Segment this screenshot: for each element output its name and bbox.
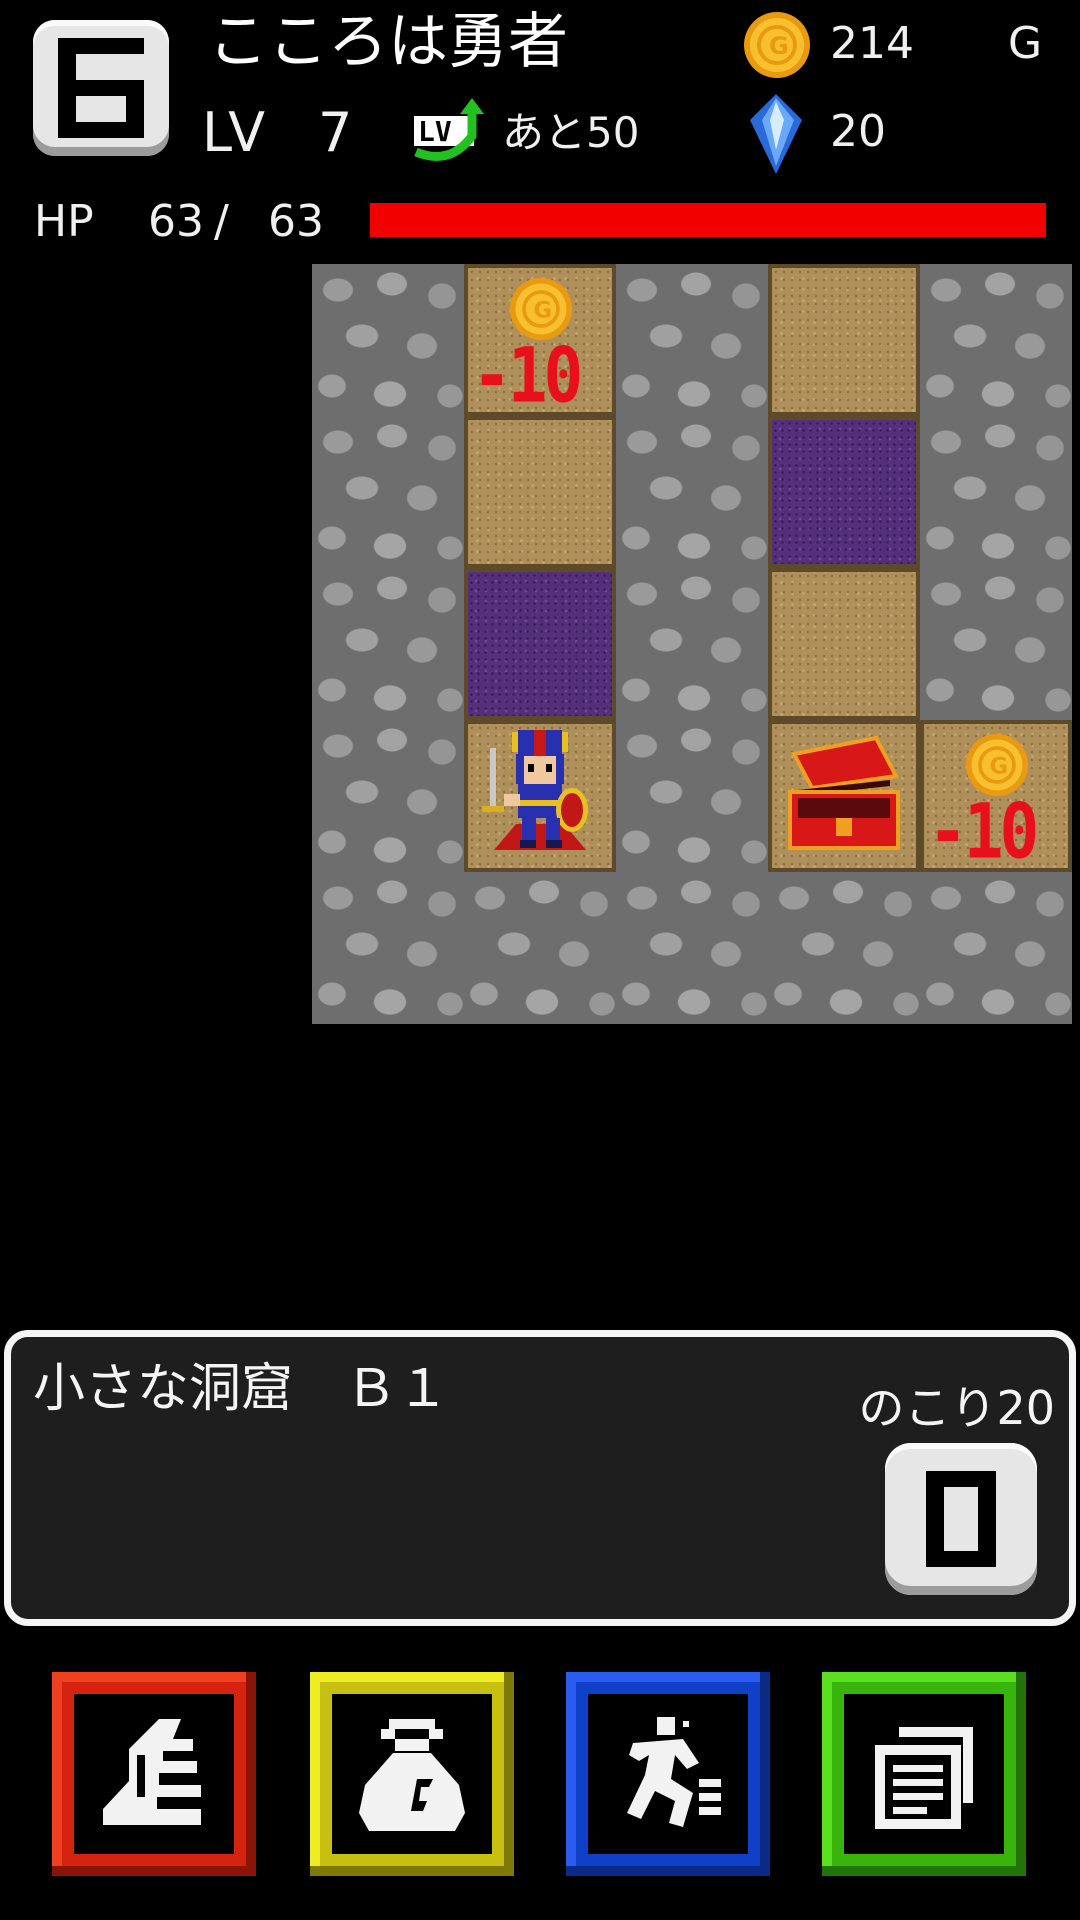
wall-tile [312,416,464,568]
gold-coin-icon: G [744,12,810,78]
gem-value: 20 [830,106,886,157]
escape-button[interactable]: escape [566,1672,770,1876]
wall-tile [920,264,1072,416]
exp-remaining: あと50 [502,108,640,157]
coin-trap-tile[interactable]: G -10 [920,720,1072,872]
chest-tile[interactable] [768,720,920,872]
damage-value: -10 [472,331,583,420]
open-treasure-chest-icon [788,735,900,850]
floor-tile[interactable] [768,568,920,720]
log-button-face [844,1694,1004,1854]
hp-separator: / [214,196,229,247]
crystal-gem-icon [750,94,802,174]
hp-bar-fill [370,203,1046,237]
wall-tile [920,568,1072,720]
hero-name: こころは勇者 [208,7,568,77]
stop-button[interactable] [885,1443,1037,1595]
gold-value: 214 [830,18,914,69]
hp-label: HP [34,196,94,247]
wall-tile [616,264,768,416]
floor-tile[interactable] [464,416,616,568]
log-button[interactable]: log [822,1672,1026,1876]
wall-tile [312,720,464,872]
svg-text:LV: LV [418,115,452,148]
svg-text:G: G [989,753,1008,779]
magic-button[interactable]: magic [52,1672,256,1876]
level-label: LV [202,101,268,164]
svg-text:G: G [533,297,552,323]
hp-max: 63 [268,196,324,247]
level-value: 7 [318,101,353,164]
coin-trap-tile[interactable]: G -10 [464,264,616,416]
wall-tile [920,872,1072,1024]
items-button[interactable]: items [310,1672,514,1876]
svg-text:G: G [769,32,789,60]
wall-tile [920,416,1072,568]
wall-tile [616,872,768,1024]
pause-block-icon [926,1471,996,1567]
items-button-face [332,1694,492,1854]
wall-tile [616,720,768,872]
area-name: 小さな洞窟 Ｂ１ [33,1359,450,1419]
wall-tile [464,872,616,1024]
poison-floor-tile[interactable] [464,568,616,720]
floor-badge[interactable] [33,20,169,156]
floor-tile[interactable] [768,264,920,416]
poison-floor-tile[interactable] [768,416,920,568]
wing-feather-icon [103,1719,201,1825]
message-panel: 小さな洞窟 Ｂ１ のこり20 [4,1330,1076,1626]
escape-button-face [588,1694,748,1854]
damage-value: -10 [928,787,1039,876]
wall-tile [616,416,768,568]
wall-tile [312,872,464,1024]
pixel-digit-badge-icon [58,38,144,138]
wall-tile [312,568,464,720]
pixel-knight-hero-icon [482,730,588,850]
running-man-icon [627,1717,721,1827]
dungeon-map[interactable]: G -10 G -10 [312,264,1072,1024]
hp-current: 63 [148,196,204,247]
money-bag-icon [359,1719,465,1831]
remaining-steps: のこり20 [858,1381,1055,1435]
hero-tile[interactable] [464,720,616,872]
magic-button-face [74,1694,234,1854]
hp-bar [370,203,1046,237]
level-up-arrow-icon: LV [414,98,484,161]
wall-tile [312,264,464,416]
gold-unit: G [1008,18,1043,69]
wall-tile [768,872,920,1024]
wall-tile [616,568,768,720]
documents-icon [875,1727,973,1829]
